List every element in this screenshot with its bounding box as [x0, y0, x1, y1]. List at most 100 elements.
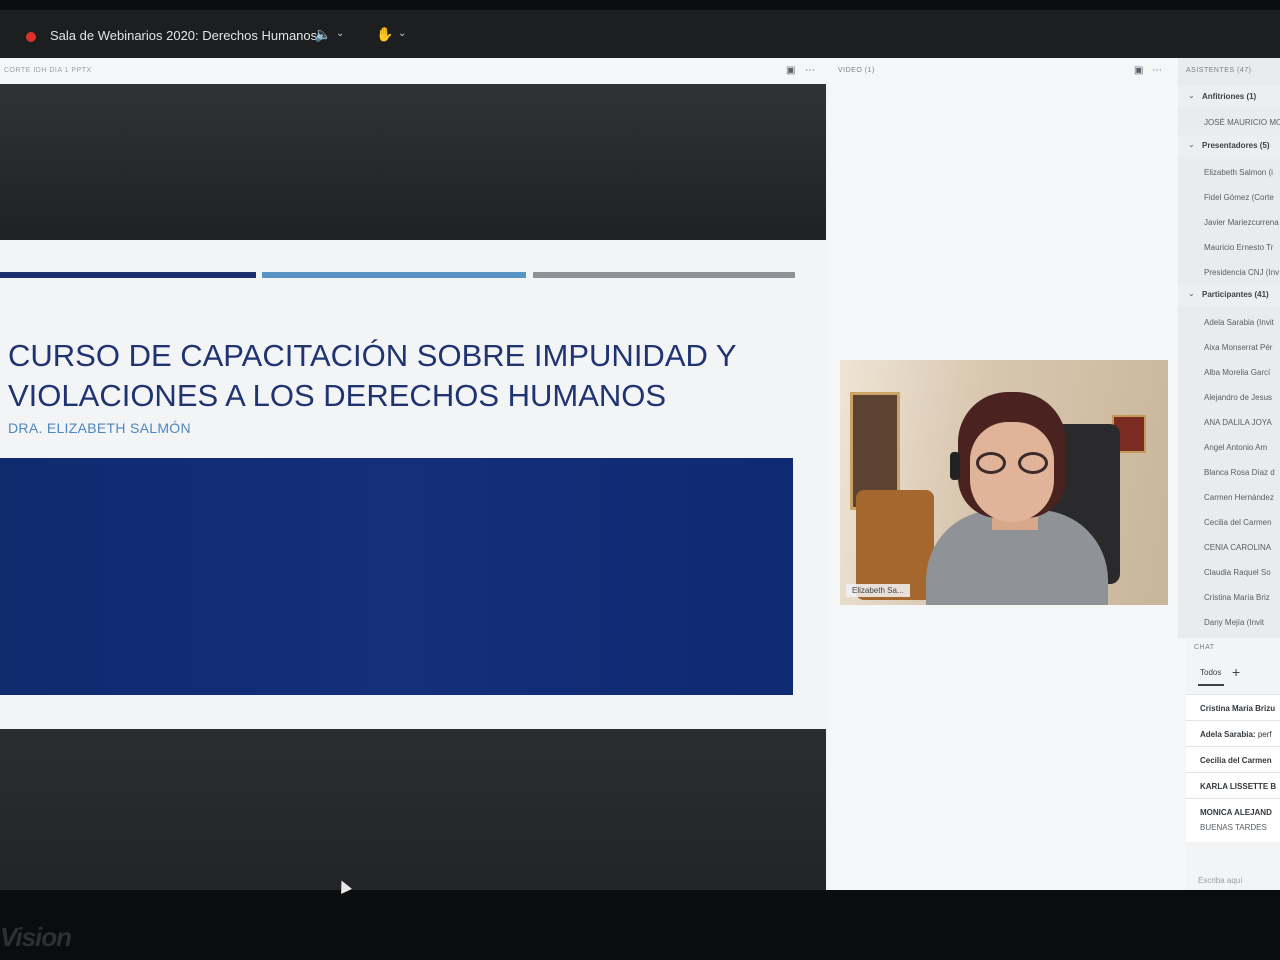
monitor-brand-logo: Vision [0, 922, 72, 952]
chat-message-sender: Cecilia del Carmen [1200, 756, 1272, 765]
attendee-row[interactable]: Mauricio Ernesto Tr [1178, 235, 1280, 259]
attendee-group-hosts[interactable]: ⌄ Anfitriones (1) [1178, 86, 1280, 108]
attendee-group-presenters[interactable]: ⌄ Presentadores (5) [1178, 135, 1280, 157]
attendees-pod-title: ASISTENTES (47) [1186, 67, 1252, 74]
attendee-name: Elizabeth Salmon (i [1204, 168, 1273, 177]
attendee-name: Adela Sarabia (Invit [1204, 318, 1274, 327]
chat-message: Adela Sarabia: perf [1186, 720, 1280, 746]
attendee-row[interactable]: Alejandro de Jesus [1178, 385, 1280, 409]
chat-input[interactable]: Escriba aquí [1198, 876, 1242, 885]
slide-title: CURSO DE CAPACITACIÓN SOBRE IMPUNIDAD Y … [8, 336, 808, 416]
slide-backdrop-top [0, 84, 826, 240]
attendee-row[interactable]: Alba Morelia Garcí [1178, 360, 1280, 384]
chat-message-sender: MONICA ALEJAND [1200, 808, 1272, 817]
slide-title-line-1: CURSO DE CAPACITACIÓN SOBRE IMPUNIDAD Y [8, 338, 737, 373]
chat-message-sender: KARLA LISSETTE B [1200, 782, 1277, 791]
video-fullscreen-icon[interactable]: ▣ [1134, 65, 1143, 76]
chat-tab-everyone[interactable]: Todos [1200, 668, 1221, 677]
attendee-name: Cecilia del Carmen [1204, 518, 1272, 527]
attendee-row[interactable]: Carmen Hernández [1178, 485, 1280, 509]
attendee-group-label: Presentadores (5) [1202, 141, 1270, 150]
speaker-glasses-right [1018, 452, 1048, 474]
attendee-name: Mauricio Ernesto Tr [1204, 243, 1274, 252]
attendee-name: Dany Mejía (Invit [1204, 618, 1265, 627]
chevron-down-icon: ⌄ [1188, 140, 1195, 149]
attendee-group-label: Participantes (41) [1202, 290, 1269, 299]
add-chat-tab-icon[interactable]: + [1232, 664, 1240, 680]
chat-input-area[interactable]: Escriba aquí [1186, 870, 1280, 890]
share-pod: CORTE IDH DIA 1 PPTX ▣ ⋯ CURSO DE CAPACI… [0, 58, 828, 890]
share-pod-header: CORTE IDH DIA 1 PPTX ▣ ⋯ [0, 58, 828, 84]
slide-subtitle: DRA. ELIZABETH SALMÓN [8, 420, 191, 436]
speaker-video-tile[interactable]: Elizabeth Sa... [840, 360, 1168, 605]
app-topbar: Sala de Webinarios 2020: Derechos Humano… [0, 10, 1280, 58]
speaker-headset [950, 452, 960, 480]
video-more-options-icon[interactable]: ⋯ [1152, 65, 1162, 76]
attendee-name: ANA DALILA JOYA [1204, 418, 1272, 427]
attendee-row[interactable]: Dany Mejía (Invit [1178, 610, 1280, 634]
chat-tab-underline [1198, 684, 1224, 686]
more-options-icon[interactable]: ⋯ [805, 65, 815, 76]
chat-message-sender: Cristina María Brizu [1200, 704, 1276, 713]
attendee-name: Cristina María Briz [1204, 593, 1270, 602]
slide-backdrop-bottom [0, 729, 826, 890]
fullscreen-icon[interactable]: ▣ [786, 65, 795, 76]
chevron-down-icon: ⌄ [1188, 289, 1195, 298]
slide-blue-band [0, 458, 793, 695]
attendee-row[interactable]: Elizabeth Salmon (i [1178, 160, 1280, 184]
attendee-row[interactable]: Angel Antonio Am [1178, 435, 1280, 459]
speaker-name-label: Elizabeth Sa... [846, 584, 910, 597]
speaker-chevron-down-icon[interactable]: ⌄ [336, 28, 344, 39]
attendee-row[interactable]: Adela Sarabia (Invit [1178, 310, 1280, 334]
chat-pod-title: CHAT [1194, 644, 1215, 651]
attendee-name: Carmen Hernández [1204, 493, 1274, 502]
attendee-row[interactable]: Cristina María Briz [1178, 585, 1280, 609]
video-pod: VIDEO (1) ▣ ⋯ Elizabeth Sa... [830, 58, 1176, 890]
chevron-down-icon: ⌄ [1188, 91, 1195, 100]
chat-message-sender: Adela Sarabia: perf [1200, 730, 1272, 739]
share-pod-title: CORTE IDH DIA 1 PPTX [4, 67, 92, 74]
slide-title-line-2: VIOLACIONES A LOS DERECHOS HUMANOS [8, 378, 667, 413]
chat-pod: CHAT Todos + Cristina María Brizu Adela … [1186, 638, 1280, 890]
monitor: Sala de Webinarios 2020: Derechos Humano… [0, 0, 1280, 960]
chat-message-text: perf [1257, 730, 1272, 739]
attendee-row[interactable]: Presidencia CNJ (Inv [1178, 260, 1280, 284]
attendee-row[interactable]: Fidel Gómez (Corte [1178, 185, 1280, 209]
chat-message: Cecilia del Carmen [1186, 746, 1280, 772]
attendee-row[interactable]: Blanca Rosa Díaz d [1178, 460, 1280, 484]
attendee-row[interactable]: Cecilia del Carmen [1178, 510, 1280, 534]
slide-accent-bar-navy [0, 272, 256, 278]
attendee-name: Angel Antonio Am [1204, 443, 1268, 452]
raise-hand-chevron-down-icon[interactable]: ⌄ [398, 28, 406, 39]
speaker-icon[interactable]: 🔈 [314, 26, 331, 43]
presentation-slide: CURSO DE CAPACITACIÓN SOBRE IMPUNIDAD Y … [0, 240, 826, 729]
attendee-row[interactable]: Claudia Raquel So [1178, 560, 1280, 584]
attendee-group-participants[interactable]: ⌄ Participantes (41) [1178, 284, 1280, 306]
attendee-name: Aixa Monserrat Pér [1204, 343, 1273, 352]
slide-viewer: CURSO DE CAPACITACIÓN SOBRE IMPUNIDAD Y … [0, 84, 826, 890]
attendee-name: CENIA CAROLINA [1204, 543, 1272, 552]
chat-message: Cristina María Brizu [1186, 694, 1280, 720]
attendee-name: Presidencia CNJ (Inv [1204, 268, 1280, 277]
chat-message-sender-name: Adela Sarabia: [1200, 730, 1256, 739]
chat-message: KARLA LISSETTE B [1186, 772, 1280, 798]
attendee-name: Javier Mariezcurrena [1204, 218, 1279, 227]
meeting-layout: CORTE IDH DIA 1 PPTX ▣ ⋯ CURSO DE CAPACI… [0, 58, 1280, 890]
slide-accent-bar-gray [533, 272, 795, 278]
attendee-row[interactable]: Javier Mariezcurrena [1178, 210, 1280, 234]
attendees-pod: ASISTENTES (47) ⌄ Anfitriones (1) JOSÉ M… [1178, 58, 1280, 638]
attendee-row[interactable]: ANA DALILA JOYA [1178, 410, 1280, 434]
raise-hand-icon[interactable]: ✋ [376, 26, 393, 43]
chat-message-text: BUENAS TARDES [1200, 823, 1267, 832]
attendee-row[interactable]: Aixa Monserrat Pér [1178, 335, 1280, 359]
monitor-bezel [0, 890, 1280, 960]
attendee-row[interactable]: JOSÉ MAURICIO MO [1178, 110, 1280, 134]
attendee-row[interactable]: CENIA CAROLINA [1178, 535, 1280, 559]
room-title: Sala de Webinarios 2020: Derechos Humano… [50, 28, 318, 43]
slide-accent-bar-blue [262, 272, 526, 278]
attendee-name: Fidel Gómez (Corte [1204, 193, 1274, 202]
attendee-name: Alejandro de Jesus [1204, 393, 1273, 402]
chat-message: MONICA ALEJAND BUENAS TARDES [1186, 798, 1280, 842]
attendee-name: Claudia Raquel So [1204, 568, 1271, 577]
attendee-name: Alba Morelia Garcí [1204, 368, 1271, 377]
